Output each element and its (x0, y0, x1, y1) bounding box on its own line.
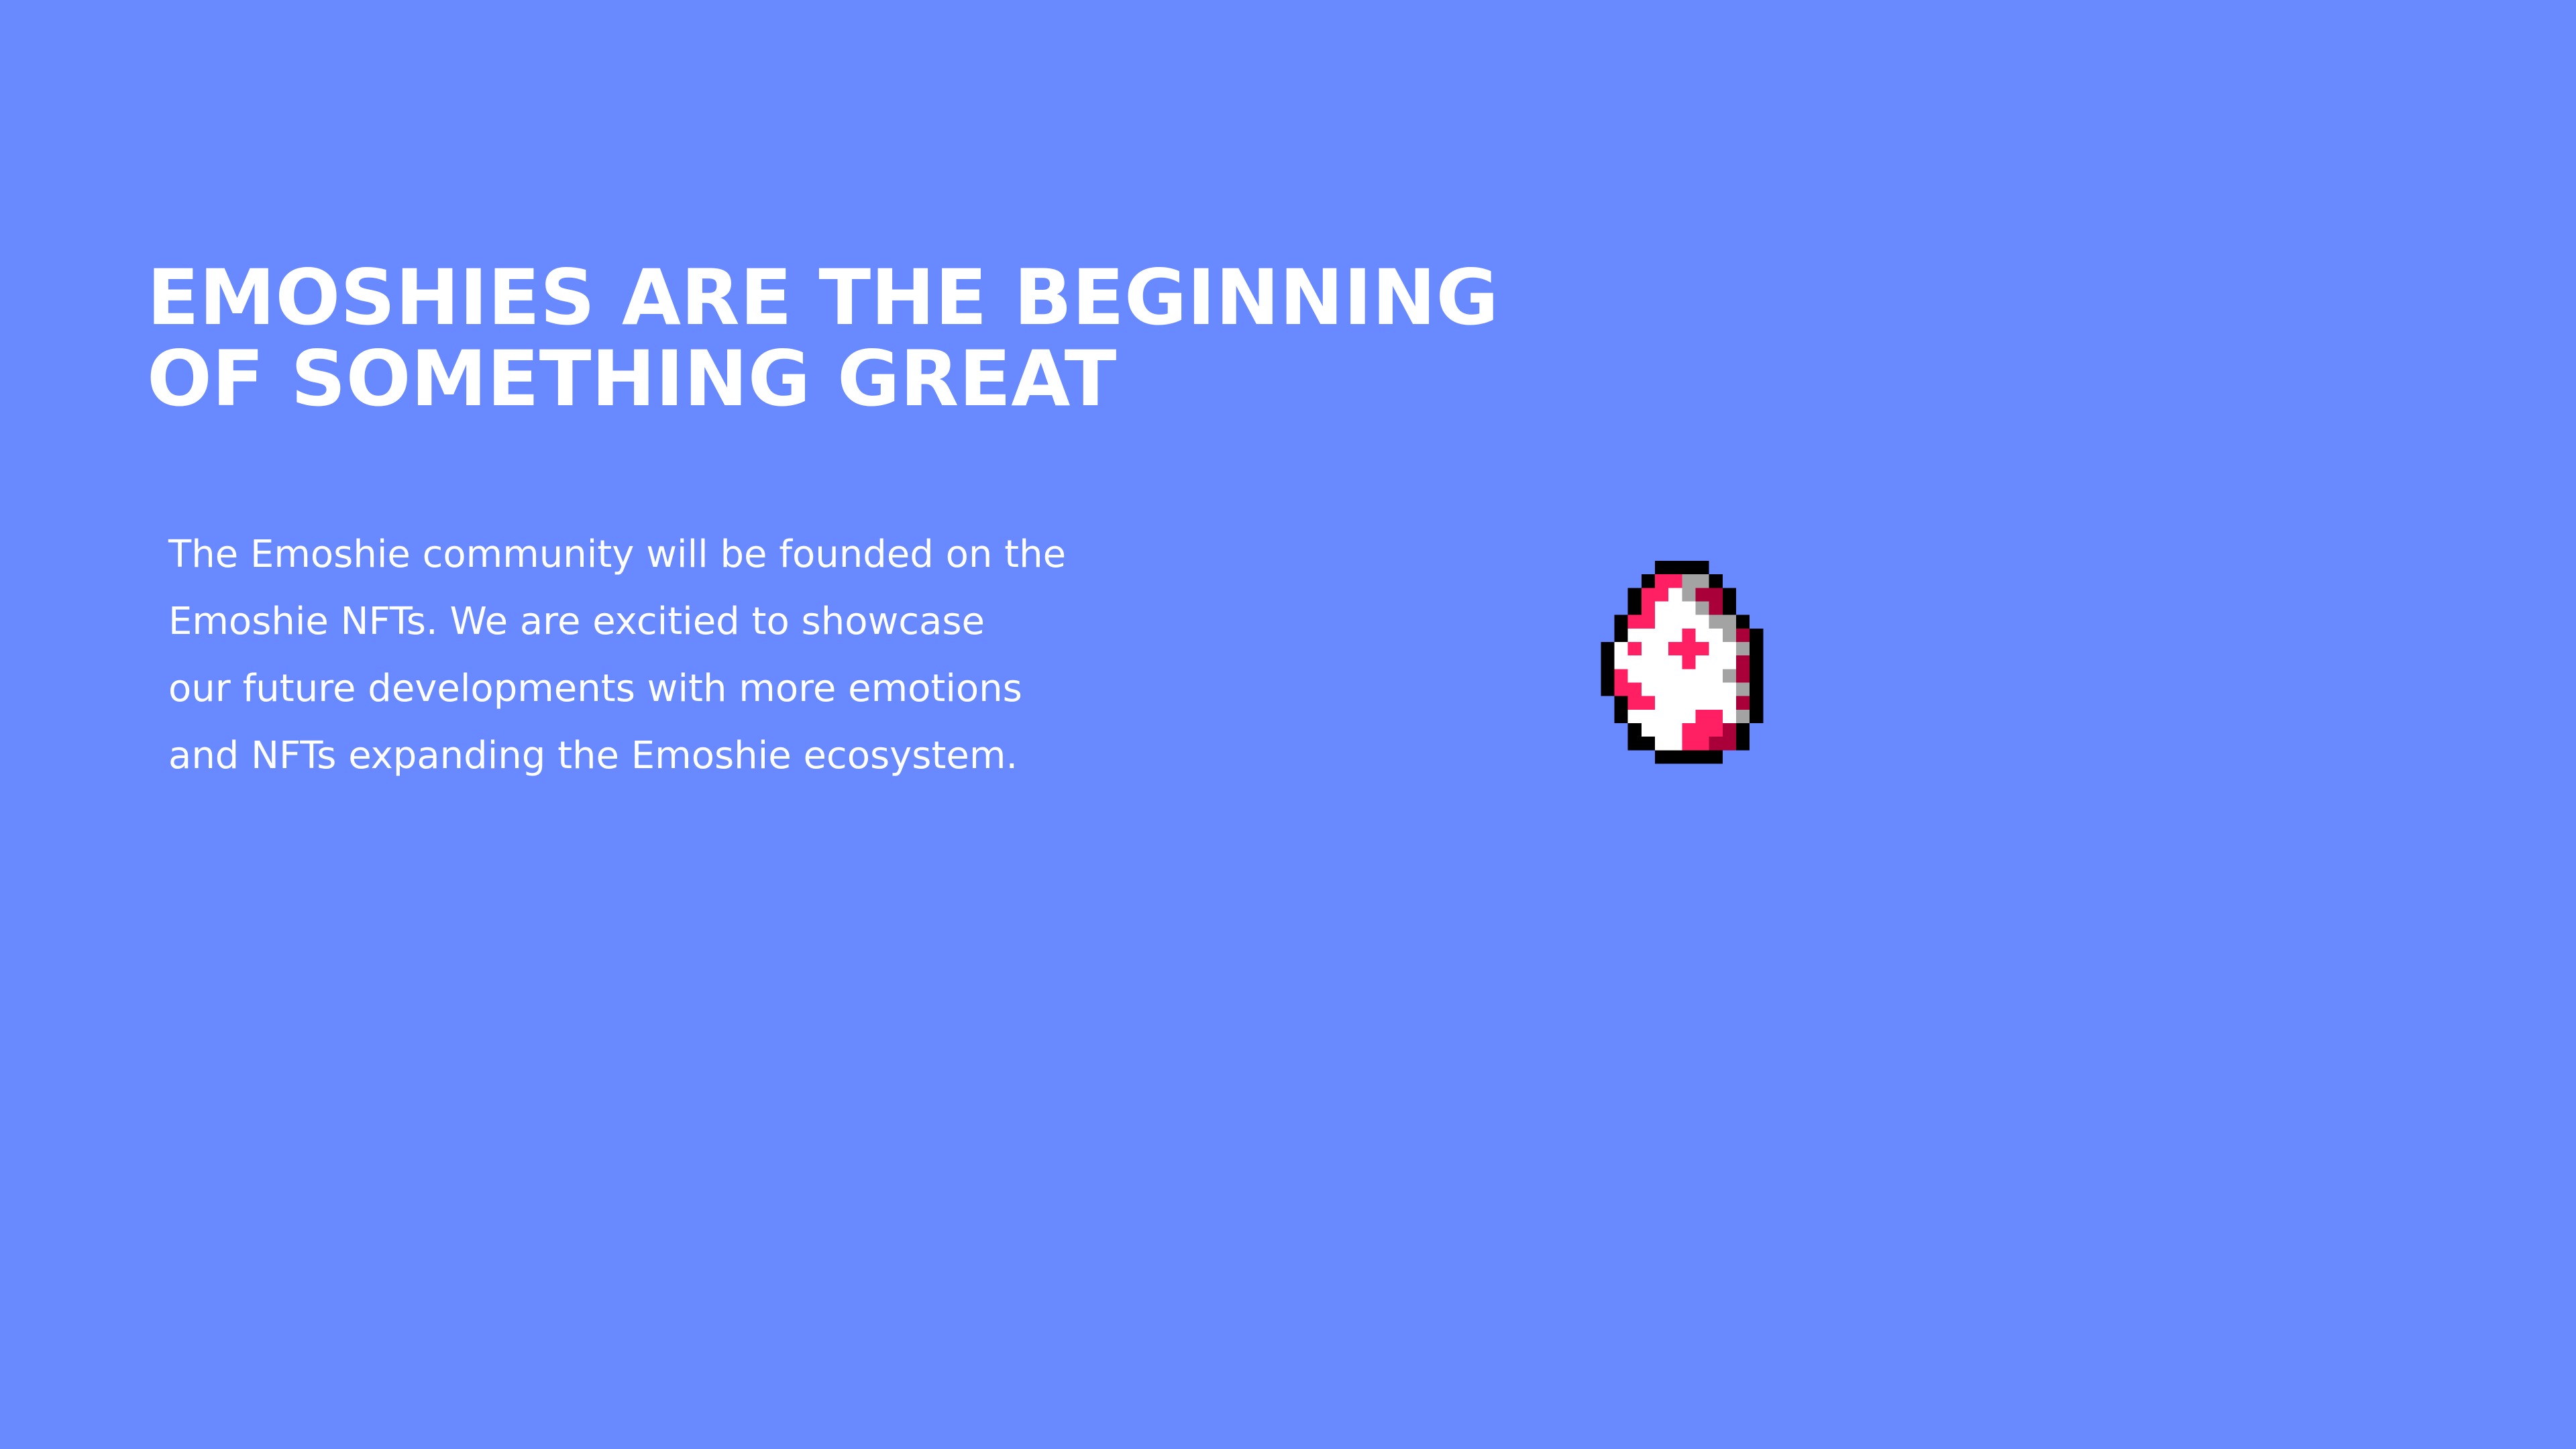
emoshie-egg-illustration (1601, 561, 1790, 804)
hero-headline: EMOSHIES ARE THE BEGINNING OF SOMETHING … (147, 253, 1499, 423)
hero-description: The Emoshie community will be founded on… (168, 533, 1067, 777)
hero-section: EMOSHIES ARE THE BEGINNING OF SOMETHING … (0, 0, 2576, 1449)
pixel-egg-icon (1601, 561, 1764, 764)
